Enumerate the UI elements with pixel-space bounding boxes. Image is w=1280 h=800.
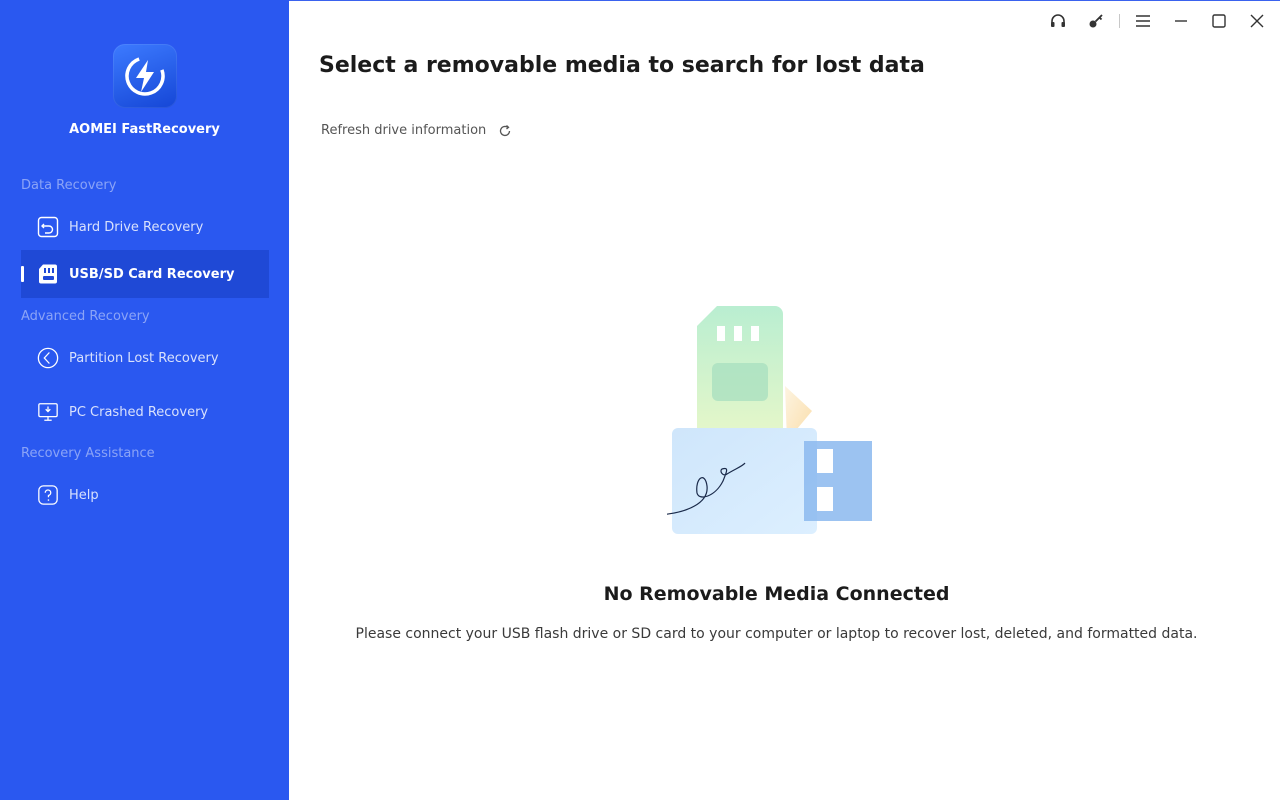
app-window: AOMEI FastRecovery Data Recovery Hard Dr… — [0, 0, 1280, 800]
monitor-crash-icon — [37, 401, 59, 423]
menu-icon — [1136, 15, 1150, 27]
empty-state-description: Please connect your USB flash drive or S… — [355, 626, 1198, 642]
minimize-button[interactable] — [1162, 1, 1200, 41]
support-button[interactable] — [1039, 1, 1077, 41]
partition-icon — [37, 347, 59, 369]
sidebar-item-pc-crashed-recovery[interactable]: PC Crashed Recovery — [21, 388, 269, 436]
sidebar-item-label: Hard Drive Recovery — [69, 219, 204, 235]
empty-state-title: No Removable Media Connected — [603, 583, 950, 605]
section-label-advanced-recovery: Advanced Recovery — [21, 309, 150, 324]
maximize-button[interactable] — [1200, 1, 1238, 41]
lightning-bolt-icon — [125, 56, 165, 96]
sidebar-item-partition-lost-recovery[interactable]: Partition Lost Recovery — [21, 334, 269, 382]
sidebar-item-help[interactable]: Help — [21, 471, 269, 519]
sidebar-item-label: PC Crashed Recovery — [69, 404, 209, 420]
license-button[interactable] — [1077, 1, 1115, 41]
minimize-icon — [1175, 20, 1187, 22]
key-icon — [1089, 14, 1103, 28]
sidebar-item-label: Partition Lost Recovery — [69, 350, 219, 366]
headset-icon — [1051, 14, 1065, 27]
no-media-illustration — [658, 301, 887, 541]
sidebar-item-hard-drive-recovery[interactable]: Hard Drive Recovery — [21, 203, 269, 251]
close-button[interactable] — [1238, 1, 1276, 41]
refresh-drive-button[interactable]: Refresh drive information — [321, 123, 512, 138]
section-label-recovery-assistance: Recovery Assistance — [21, 446, 155, 461]
sidebar-item-label: USB/SD Card Recovery — [69, 266, 235, 282]
sidebar-item-label: Help — [69, 487, 99, 503]
sidebar-item-usb-sd-card-recovery[interactable]: USB/SD Card Recovery — [21, 250, 269, 298]
close-icon — [1250, 14, 1264, 28]
main-panel: Select a removable media to search for l… — [289, 0, 1280, 800]
maximize-icon — [1212, 14, 1226, 28]
section-label-data-recovery: Data Recovery — [21, 178, 117, 193]
sidebar: AOMEI FastRecovery Data Recovery Hard Dr… — [0, 0, 289, 800]
sd-card-icon — [37, 263, 59, 285]
app-name: AOMEI FastRecovery — [69, 122, 220, 137]
hard-drive-restore-icon — [37, 216, 59, 238]
title-bar-divider — [1119, 14, 1120, 28]
page-title: Select a removable media to search for l… — [319, 53, 925, 78]
refresh-icon — [498, 124, 512, 138]
app-logo — [113, 44, 177, 108]
title-bar — [1039, 1, 1280, 41]
menu-button[interactable] — [1124, 1, 1162, 41]
help-icon — [37, 484, 59, 506]
refresh-label: Refresh drive information — [321, 123, 487, 138]
